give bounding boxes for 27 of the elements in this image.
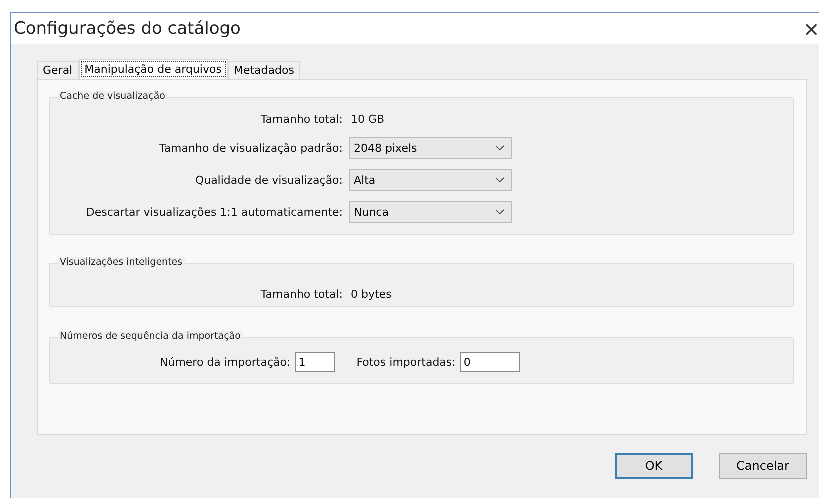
field-label: Número da importação: [160, 356, 291, 368]
tab[interactable]: Manipulação de arquivos [78, 59, 228, 79]
group-title: Cache de visualização [58, 91, 168, 102]
group-title: Números de sequência da importação [58, 331, 243, 342]
close-button[interactable]: × [803, 16, 819, 40]
dialog-button[interactable]: Cancelar [719, 453, 807, 479]
input-field[interactable]: 0 [460, 352, 520, 372]
tab[interactable]: Geral [37, 61, 79, 79]
field-label: Qualidade de visualização: [194, 174, 344, 186]
tab[interactable]: Metadados [228, 61, 300, 79]
chevron-icon [495, 209, 505, 215]
dropdown[interactable]: 2048 pixels [349, 137, 512, 159]
field-label: Descartar visualizações 1:1 automaticamente: [85, 206, 344, 218]
input-field[interactable]: 1 [294, 352, 335, 372]
field-value: 0 bytes [351, 288, 392, 300]
field-value: 10 GB [351, 112, 385, 126]
dialog-button[interactable]: OK [615, 453, 693, 479]
field-label: Tamanho de visualização padrão: [158, 142, 344, 154]
field-label: Tamanho total: [260, 288, 344, 300]
field-label: Tamanho total: [260, 112, 344, 126]
field-label: Fotos importadas: [356, 356, 456, 368]
chevron-icon [495, 145, 505, 151]
dropdown[interactable]: Nunca [349, 201, 512, 223]
group-title: Visualizações inteligentes [58, 257, 185, 268]
chevron-icon [495, 177, 505, 183]
dropdown[interactable]: Alta [349, 169, 512, 191]
window-title: Configurações do catálogo [14, 18, 241, 38]
